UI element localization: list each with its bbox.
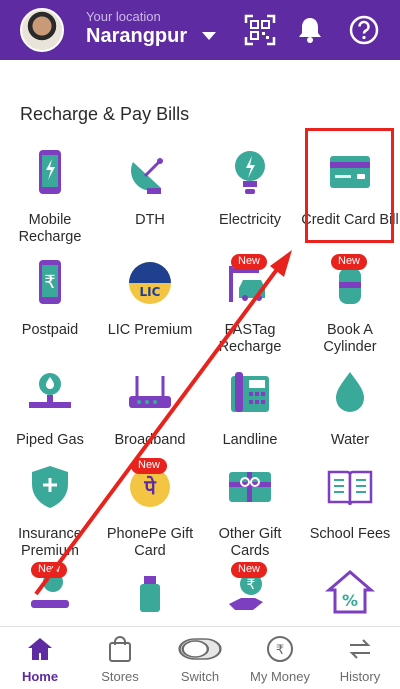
new-badge: New [331, 254, 368, 270]
tile-fastag-recharge[interactable]: New FASTag Recharge [200, 254, 300, 368]
nav-home[interactable]: Home [0, 627, 80, 689]
tile-school-fees[interactable]: School Fees [300, 462, 400, 572]
svg-text:₹: ₹ [247, 577, 256, 593]
tile-house-percent[interactable]: % [300, 566, 400, 626]
home-icon [28, 638, 52, 660]
mobile-icon [39, 150, 61, 194]
new-badge: New [31, 562, 68, 578]
tile-label: Insurance Premium [18, 526, 82, 559]
section-title: Recharge & Pay Bills [20, 104, 190, 124]
svg-text:पे: पे [143, 475, 157, 499]
nav-label: History [339, 669, 381, 684]
tile-label: PhonePe Gift Card [106, 526, 194, 559]
router-icon [129, 376, 171, 408]
tile-label: Broadband [114, 432, 186, 448]
tile-electricity[interactable]: Electricity [200, 148, 300, 258]
rupee-phone-icon: ₹ [39, 260, 61, 304]
help-icon[interactable] [348, 14, 380, 46]
shopping-bag-icon [109, 636, 131, 662]
tile-label: Postpaid [21, 322, 79, 338]
rupee-circle-icon: ₹ [267, 636, 293, 662]
tile-label: Book A Cylinder [323, 322, 377, 355]
tile-dth[interactable]: DTH [100, 148, 200, 258]
tile-label: LIC Premium [107, 322, 193, 338]
tile-label: School Fees [309, 526, 391, 542]
location-name[interactable]: Narangpur [86, 25, 187, 48]
telephone-icon [231, 372, 269, 412]
tile-rupee-hand[interactable]: ₹ New [200, 562, 300, 626]
swap-arrows-icon [349, 639, 371, 659]
switch-toggle-icon [178, 638, 222, 660]
shield-plus-icon [32, 466, 68, 508]
tile-phonepe-gift-card[interactable]: पे New PhonePe Gift Card [100, 458, 200, 572]
svg-text:₹: ₹ [276, 643, 284, 658]
book-icon [327, 470, 373, 506]
nav-label: Switch [180, 669, 220, 684]
svg-text:LIC: LIC [140, 285, 161, 299]
app-header: Your location Narangpur [0, 0, 400, 60]
tile-lic-premium[interactable]: LIC LIC Premium [100, 258, 200, 368]
tile-label: Electricity [218, 212, 282, 228]
svg-text:%: % [342, 591, 358, 610]
location-caption: Your location [86, 9, 161, 24]
bulb-icon [235, 151, 265, 194]
nav-history[interactable]: History [320, 627, 400, 689]
tile-postpaid[interactable]: ₹ Postpaid [0, 258, 100, 368]
new-badge: New [231, 254, 268, 270]
tile-mobile-recharge[interactable]: Mobile Recharge [0, 148, 100, 258]
tile-other-gift-cards[interactable]: Other Gift Cards [200, 462, 300, 572]
tile-usb[interactable] [100, 566, 200, 626]
bottom-nav: Home Stores Switch ₹ My Money History [0, 626, 400, 689]
tile-label: FASTag Recharge [218, 322, 282, 355]
tile-label: Water [330, 432, 370, 448]
nav-my-money[interactable]: ₹ My Money [240, 627, 320, 689]
chevron-down-icon[interactable] [202, 32, 216, 40]
avatar[interactable] [20, 8, 64, 52]
gift-card-icon [229, 472, 271, 502]
bell-icon[interactable] [294, 14, 326, 46]
tile-rent[interactable]: New [0, 562, 100, 626]
lic-logo-icon: LIC [129, 262, 171, 304]
tile-insurance-premium[interactable]: Insurance Premium [0, 462, 100, 572]
usb-stick-icon [140, 576, 160, 612]
svg-text:₹: ₹ [44, 272, 55, 293]
new-badge: New [131, 458, 168, 474]
tile-label: DTH [135, 212, 165, 228]
qr-scan-icon[interactable] [244, 14, 276, 46]
tile-label: Piped Gas [16, 432, 84, 448]
tile-book-a-cylinder[interactable]: New Book A Cylinder [300, 254, 400, 368]
highlight-box [305, 128, 394, 243]
nav-label: My Money [250, 669, 310, 684]
new-badge: New [231, 562, 268, 578]
tile-label: Mobile Recharge [18, 212, 82, 245]
nav-switch[interactable]: Switch [160, 627, 240, 689]
satellite-dish-icon [131, 158, 163, 194]
nav-stores[interactable]: Stores [80, 627, 160, 689]
nav-label: Stores [101, 669, 139, 684]
house-percent-icon: % [325, 570, 375, 614]
nav-label: Home [21, 669, 59, 684]
tile-label: Landline [222, 432, 278, 448]
gas-meter-icon [29, 373, 71, 408]
tile-label: Other Gift Cards [218, 526, 282, 559]
water-drop-icon [336, 372, 364, 412]
